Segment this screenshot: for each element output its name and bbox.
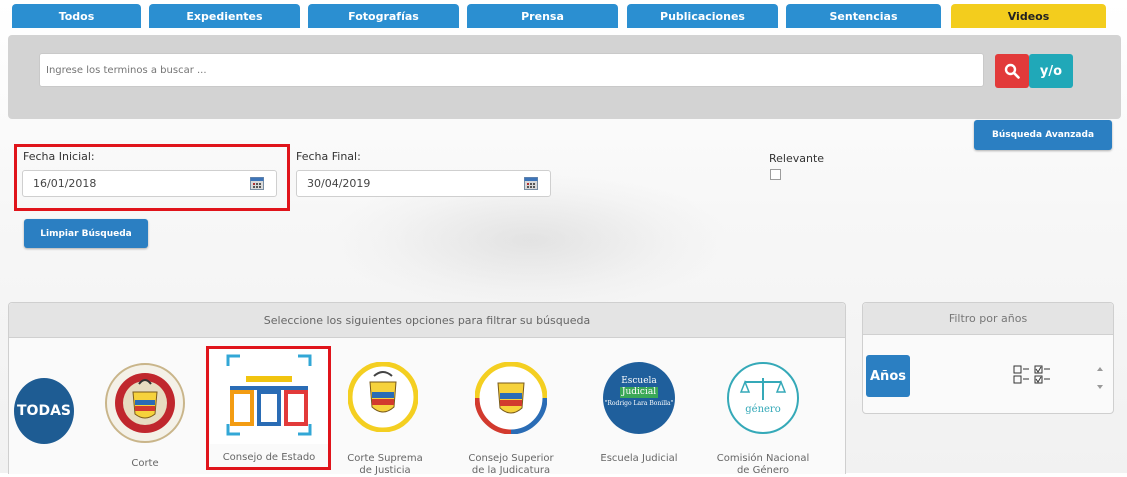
- search-button[interactable]: [995, 54, 1029, 88]
- year-filter-panel: Filtro por años Años: [862, 302, 1114, 414]
- advanced-search-button[interactable]: Búsqueda Avanzada: [974, 120, 1112, 150]
- filter-option-label: Escuela Judicial: [600, 453, 678, 464]
- judicial-school-icon[interactable]: Escuela Judicial "Rodrigo Lara Bonilla": [603, 362, 675, 434]
- filter-option-label: Comisión Nacional de Género: [716, 453, 810, 476]
- filter-option-label: Corte: [131, 458, 159, 469]
- end-date-label: Fecha Final:: [296, 150, 361, 163]
- tab-todos[interactable]: Todos: [12, 4, 141, 28]
- calendar-icon[interactable]: [524, 176, 538, 190]
- filter-option-label: Corte Suprema de Justicia: [347, 453, 423, 476]
- school-text-line: "Rodrigo Lara Bonilla": [604, 400, 674, 407]
- search-panel: y/o: [8, 35, 1121, 119]
- tab-fotografias[interactable]: Fotografías: [308, 4, 459, 28]
- end-date-value: 30/04/2019: [307, 177, 371, 190]
- tab-videos[interactable]: Videos: [951, 4, 1106, 28]
- judicial-school-emblem-text: Escuela Judicial "Rodrigo Lara Bonilla": [603, 376, 675, 409]
- years-button[interactable]: Años: [866, 355, 910, 397]
- gender-commission-scales-icon: [739, 378, 787, 400]
- school-text-line: Escuela: [621, 376, 657, 386]
- relevant-checkbox[interactable]: [770, 169, 781, 180]
- and-or-toggle-button[interactable]: y/o: [1029, 54, 1073, 88]
- search-icon: [1004, 63, 1020, 79]
- tab-expedientes[interactable]: Expedientes: [149, 4, 300, 28]
- filter-all-button[interactable]: TODAS: [14, 378, 74, 444]
- gender-emblem-text: género: [745, 404, 781, 415]
- category-tabs: Todos Expedientes Fotografías Prensa Pub…: [0, 0, 1127, 28]
- relevant-label: Relevante: [769, 152, 825, 165]
- school-text-line: Judicial: [619, 387, 659, 398]
- clear-search-button[interactable]: Limpiar Búsqueda: [24, 219, 148, 248]
- filter-option-label: Consejo Superior de la Judicatura: [468, 453, 554, 476]
- gender-commission-option[interactable]: género: [727, 362, 799, 434]
- tab-prensa[interactable]: Prensa: [467, 4, 618, 28]
- filter-option-label: Consejo de Estado: [222, 452, 316, 463]
- filter-all-label: TODAS: [17, 403, 71, 419]
- end-date-field[interactable]: 30/04/2019: [296, 170, 551, 197]
- judicature-coat-of-arms-icon[interactable]: [475, 362, 547, 434]
- checklist-icon[interactable]: [1013, 365, 1055, 385]
- tab-publicaciones[interactable]: Publicaciones: [627, 4, 778, 28]
- scrollbar-arrows-icon[interactable]: [1095, 363, 1105, 393]
- year-filter-header: Filtro por años: [863, 303, 1113, 335]
- search-input[interactable]: [39, 53, 984, 87]
- colombia-coat-of-arms-icon[interactable]: [348, 362, 418, 432]
- tab-sentencias[interactable]: Sentencias: [786, 4, 941, 28]
- filter-header: Seleccione los siguientes opciones para …: [9, 303, 845, 338]
- colombia-court-seal-icon[interactable]: [104, 362, 186, 444]
- highlight-start-date: [14, 144, 290, 211]
